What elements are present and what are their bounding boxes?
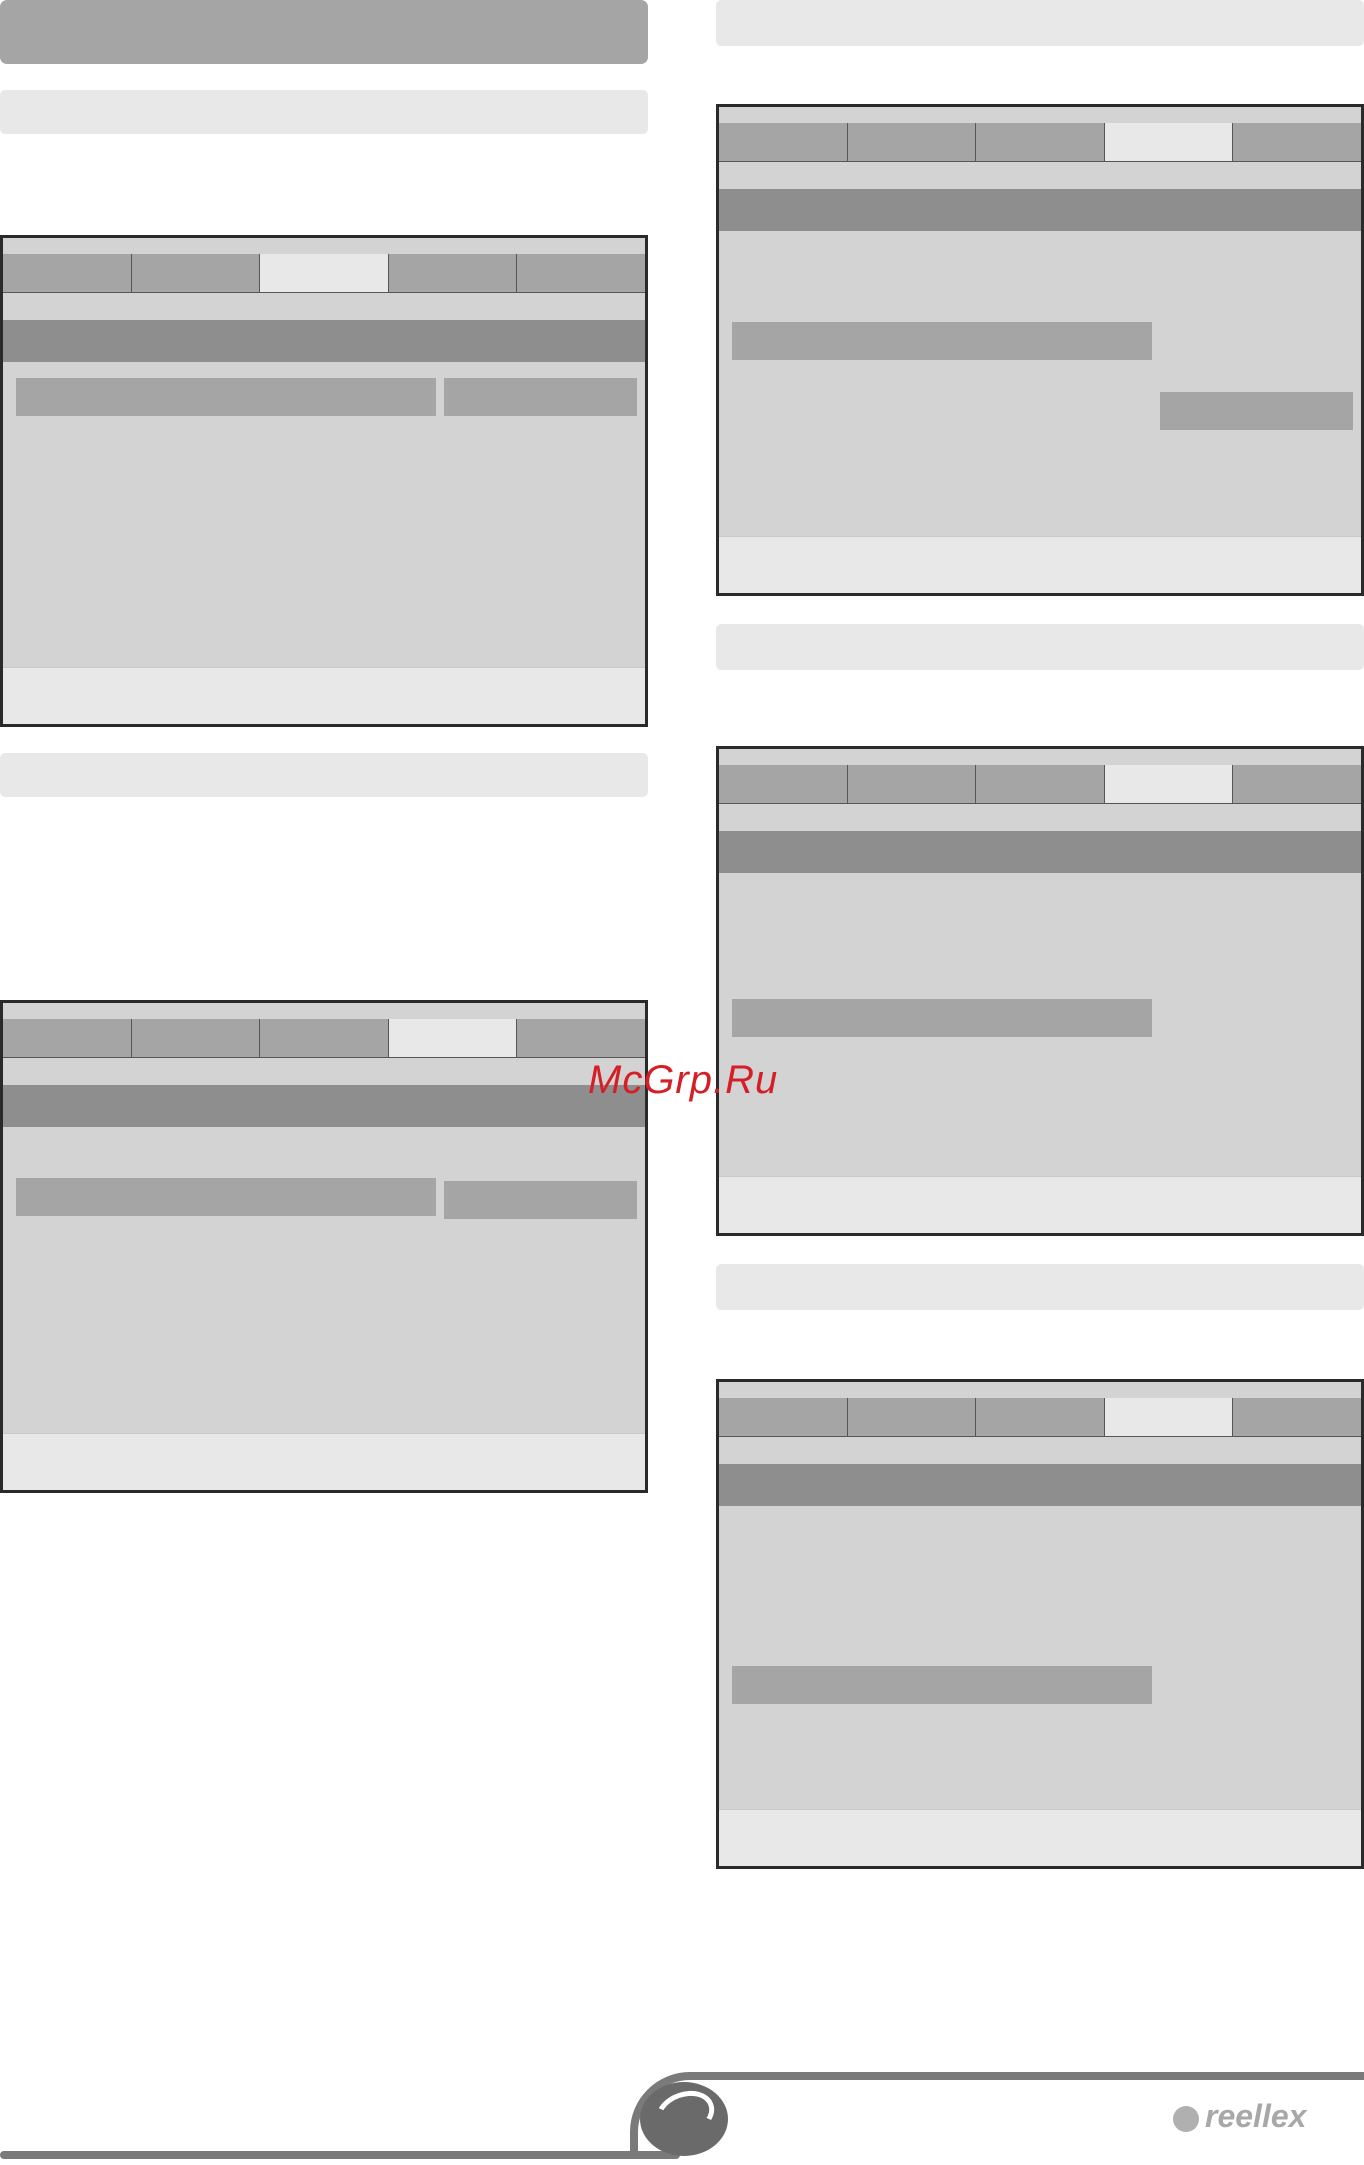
menu-screen-1 — [0, 235, 648, 727]
tab-5[interactable] — [1233, 123, 1361, 161]
tab-5[interactable] — [517, 254, 645, 292]
tab-1[interactable] — [3, 254, 132, 292]
footer-rule-right — [700, 2072, 1364, 2080]
sub-strip — [719, 162, 1361, 182]
menu-value-box[interactable] — [444, 378, 637, 416]
sub-strip — [719, 804, 1361, 824]
menu-header — [719, 831, 1361, 873]
brand-logo-text: reellex — [1205, 2098, 1307, 2134]
section-header-3 — [716, 0, 1364, 46]
menu-header — [719, 1464, 1361, 1506]
tab-bar — [719, 123, 1361, 162]
tab-4-active[interactable] — [388, 1019, 518, 1057]
tab-bar — [719, 1398, 1361, 1437]
screen-top-strip — [3, 1003, 645, 1020]
tab-5[interactable] — [1233, 765, 1361, 803]
menu-screen-2 — [0, 1000, 648, 1493]
section-header-2 — [0, 753, 648, 797]
menu-value-box[interactable] — [1160, 392, 1353, 430]
screen-footer — [3, 667, 645, 724]
tab-3[interactable] — [976, 765, 1105, 803]
tab-1[interactable] — [3, 1019, 132, 1057]
tab-3[interactable] — [976, 123, 1105, 161]
tab-3-active[interactable] — [260, 254, 389, 292]
sub-strip — [719, 1437, 1361, 1457]
page-title-bar — [0, 0, 648, 64]
section-header-5 — [716, 1264, 1364, 1310]
menu-header — [3, 320, 645, 362]
menu-screen-4 — [716, 746, 1364, 1236]
menu-item-highlight[interactable] — [16, 1178, 436, 1216]
tab-bar — [3, 254, 645, 293]
tab-2[interactable] — [847, 765, 977, 803]
tab-4-active[interactable] — [1104, 765, 1234, 803]
tab-4-active[interactable] — [1104, 123, 1234, 161]
section-header-1 — [0, 90, 648, 134]
tab-4[interactable] — [388, 254, 518, 292]
menu-screen-5 — [716, 1379, 1364, 1869]
screen-top-strip — [719, 749, 1361, 766]
screen-footer — [719, 1176, 1361, 1233]
tab-1[interactable] — [719, 765, 848, 803]
menu-item-highlight[interactable] — [16, 378, 436, 416]
footer-rule-left — [0, 2151, 680, 2159]
tab-3[interactable] — [260, 1019, 389, 1057]
menu-item-highlight[interactable] — [732, 999, 1152, 1037]
section-header-4 — [716, 624, 1364, 670]
tab-5[interactable] — [517, 1019, 645, 1057]
watermark-text: McGrp.Ru — [588, 1058, 779, 1102]
tab-3[interactable] — [976, 1398, 1105, 1436]
tab-2[interactable] — [847, 1398, 977, 1436]
screen-footer — [3, 1433, 645, 1490]
menu-item-highlight[interactable] — [732, 1666, 1152, 1704]
screen-footer — [719, 536, 1361, 593]
menu-value-box[interactable] — [444, 1181, 637, 1219]
sub-strip — [3, 1058, 645, 1078]
tab-4-active[interactable] — [1104, 1398, 1234, 1436]
sub-strip — [3, 293, 645, 313]
tab-bar — [3, 1019, 645, 1058]
tab-1[interactable] — [719, 1398, 848, 1436]
screen-top-strip — [3, 238, 645, 255]
menu-header — [719, 189, 1361, 231]
tab-1[interactable] — [719, 123, 848, 161]
menu-header — [3, 1085, 645, 1127]
tab-2[interactable] — [131, 1019, 261, 1057]
tab-2[interactable] — [847, 123, 977, 161]
tab-5[interactable] — [1233, 1398, 1361, 1436]
tab-2[interactable] — [131, 254, 261, 292]
menu-item-highlight[interactable] — [732, 322, 1152, 360]
tab-bar — [719, 765, 1361, 804]
screen-top-strip — [719, 1382, 1361, 1399]
screen-top-strip — [719, 107, 1361, 124]
screen-footer — [719, 1809, 1361, 1866]
menu-screen-3 — [716, 104, 1364, 596]
